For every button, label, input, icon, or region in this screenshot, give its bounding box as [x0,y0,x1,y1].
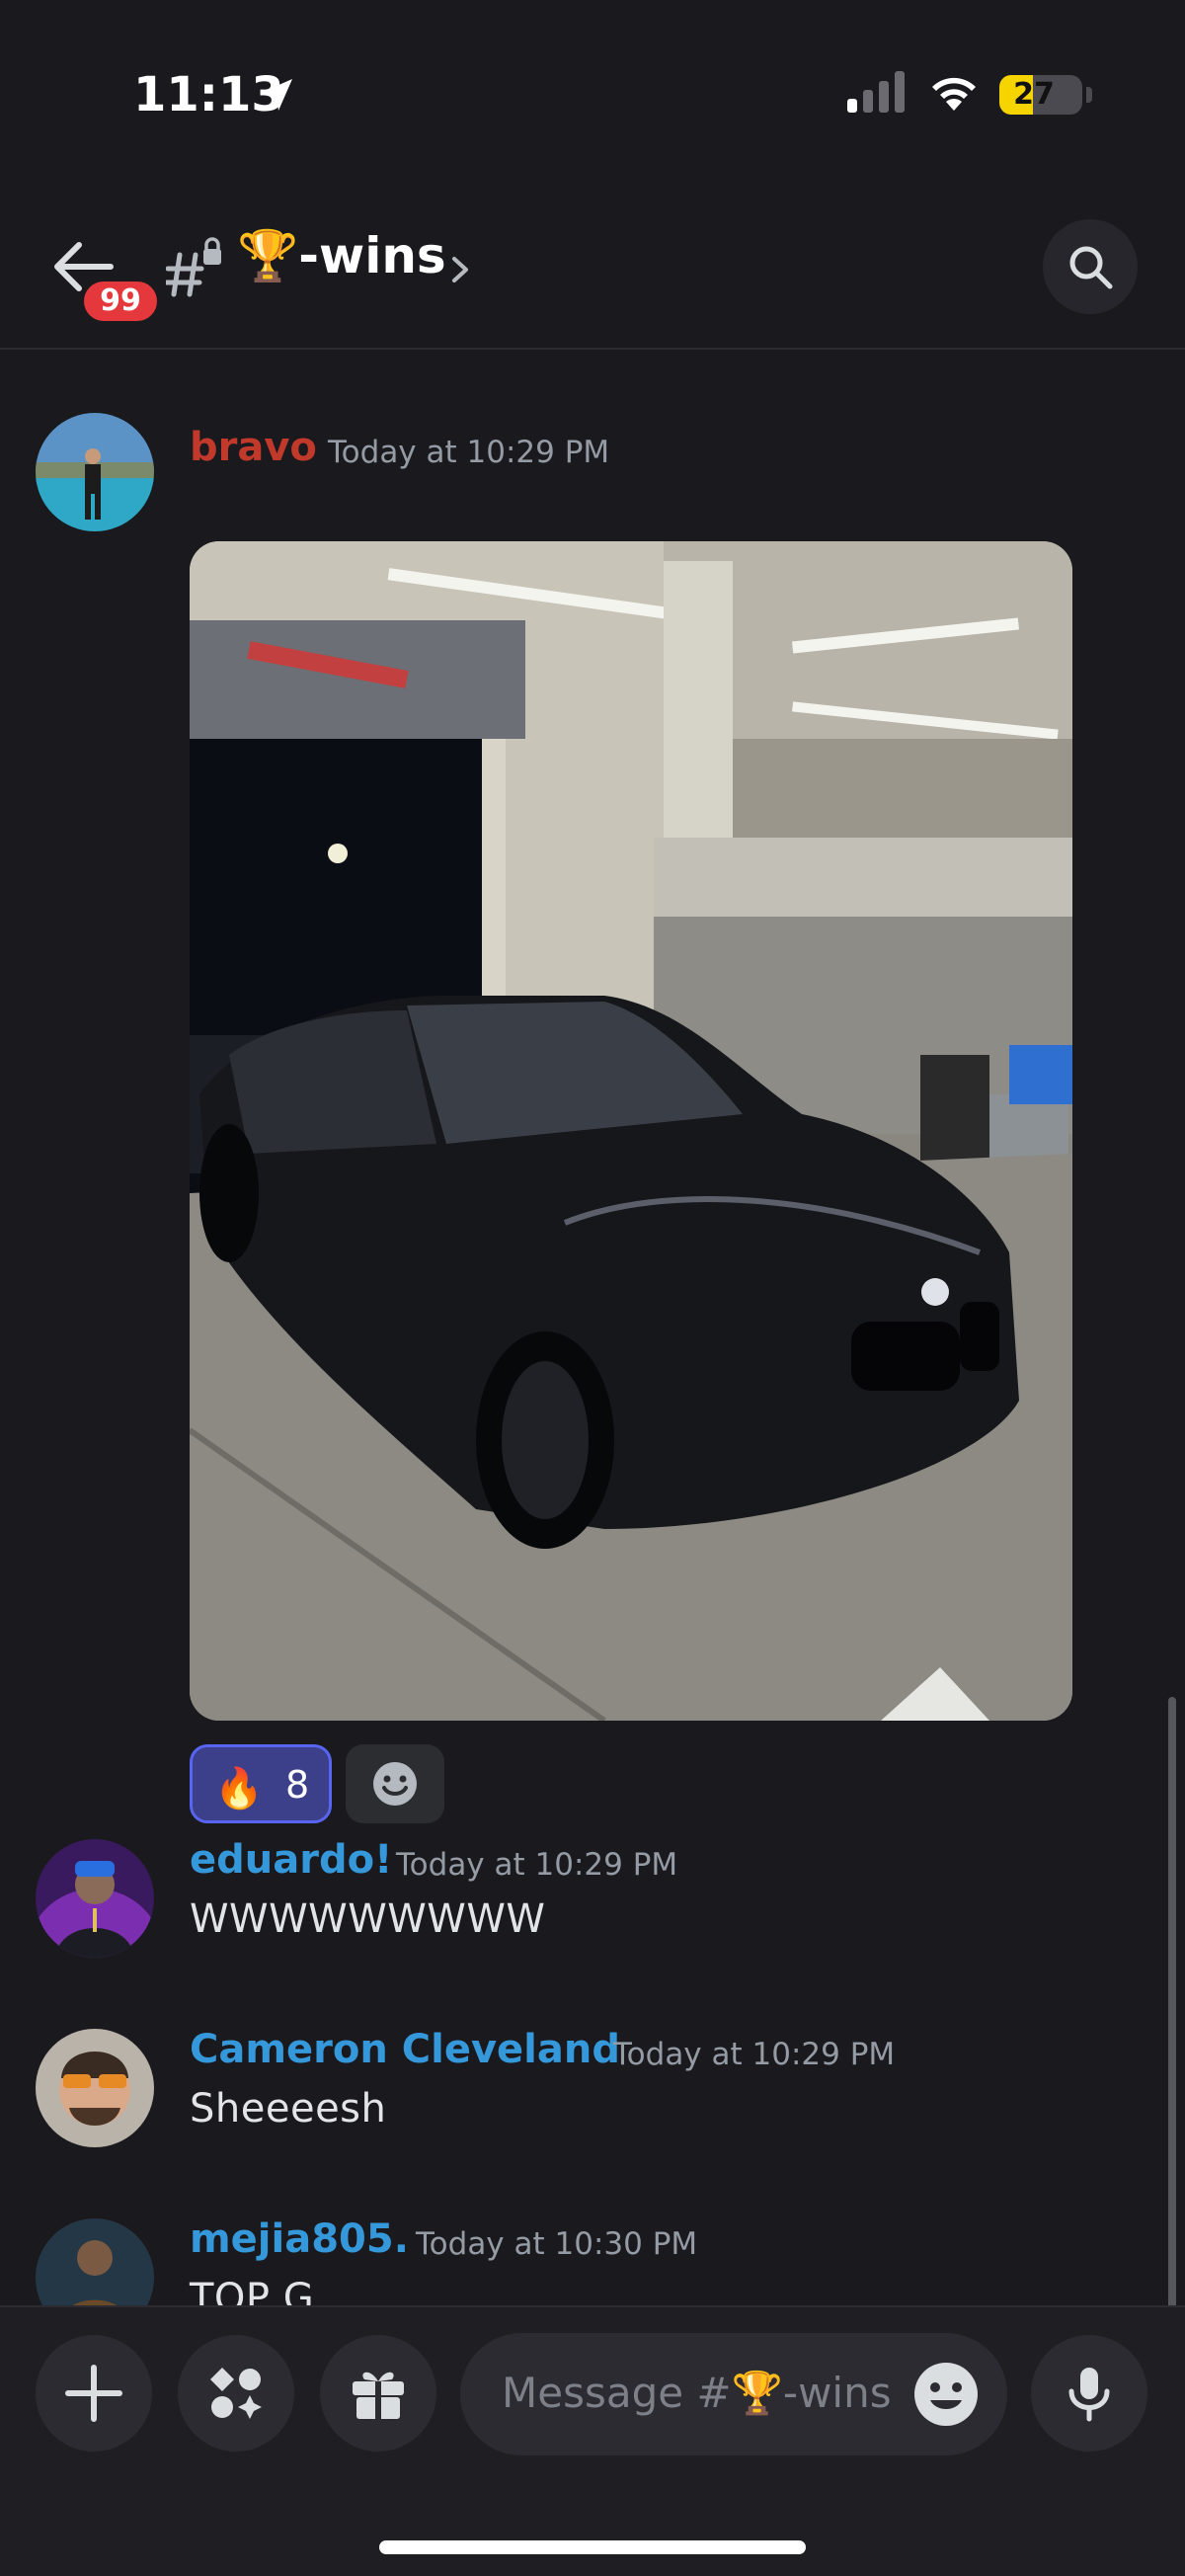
reaction-fire[interactable]: 🔥 8 [190,1744,332,1823]
chevron-right-icon[interactable] [448,253,472,286]
message-text: WWWWWWWWW [190,1896,546,1942]
message-author[interactable]: mejia805. [190,2216,409,2262]
add-reaction-button[interactable] [346,1744,444,1823]
apps-button[interactable] [178,2335,294,2452]
message-timestamp: Today at 10:30 PM [416,2226,698,2262]
message-image-attachment[interactable] [190,541,1072,1721]
message-timestamp: Today at 10:29 PM [613,2037,896,2072]
voice-message-button[interactable] [1031,2335,1147,2452]
battery-indicator: 27 [999,75,1092,115]
message-timestamp: Today at 10:29 PM [328,435,610,470]
gift-icon [353,2372,404,2419]
message-list[interactable]: bravo Today at 10:29 PM 🔥 8 eduardo! Tod… [0,352,1185,2305]
scrollbar[interactable] [1168,1697,1176,2305]
add-attachment-button[interactable] [36,2335,152,2452]
message-input[interactable]: Message #🏆-wins [460,2333,1007,2455]
message-timestamp: Today at 10:29 PM [396,1847,678,1883]
gift-button[interactable] [320,2335,436,2452]
message-author[interactable]: Cameron Cleveland [190,2027,620,2072]
home-indicator[interactable] [379,2540,806,2554]
locked-hash-icon [166,237,221,297]
message-input-placeholder: Message #🏆-wins [502,2369,892,2417]
avatar[interactable] [36,2029,154,2147]
message-author[interactable]: bravo [190,425,317,470]
plus-icon [65,2365,122,2422]
wifi-icon [932,77,976,111]
avatar[interactable] [36,1839,154,1958]
message-composer: Message #🏆-wins [0,2305,1185,2576]
emoji-icon [373,1762,417,1806]
location-arrow-icon [261,79,292,111]
message-text: TOP G [190,2276,315,2305]
message-author[interactable]: eduardo! [190,1837,392,1883]
channel-name[interactable]: 🏆-wins [237,227,446,285]
message-text: Sheeeesh [190,2086,387,2132]
reaction-count: 8 [285,1763,310,1807]
status-bar: 11:13 27 [0,0,1185,188]
search-icon [1069,246,1113,289]
cellular-signal-icon [847,71,905,113]
apps-icon [210,2368,262,2419]
battery-percent: 27 [1013,77,1055,112]
avatar[interactable] [36,2218,154,2305]
search-button[interactable] [1043,219,1138,314]
avatar[interactable] [36,413,154,531]
emoji-icon[interactable] [912,2361,980,2428]
microphone-icon [1068,2368,1110,2422]
unread-badge: 99 [79,277,162,326]
channel-header: 99 🏆-wins [0,198,1185,350]
car-photo [190,541,1072,1721]
fire-emoji: 🔥 [214,1766,264,1811]
